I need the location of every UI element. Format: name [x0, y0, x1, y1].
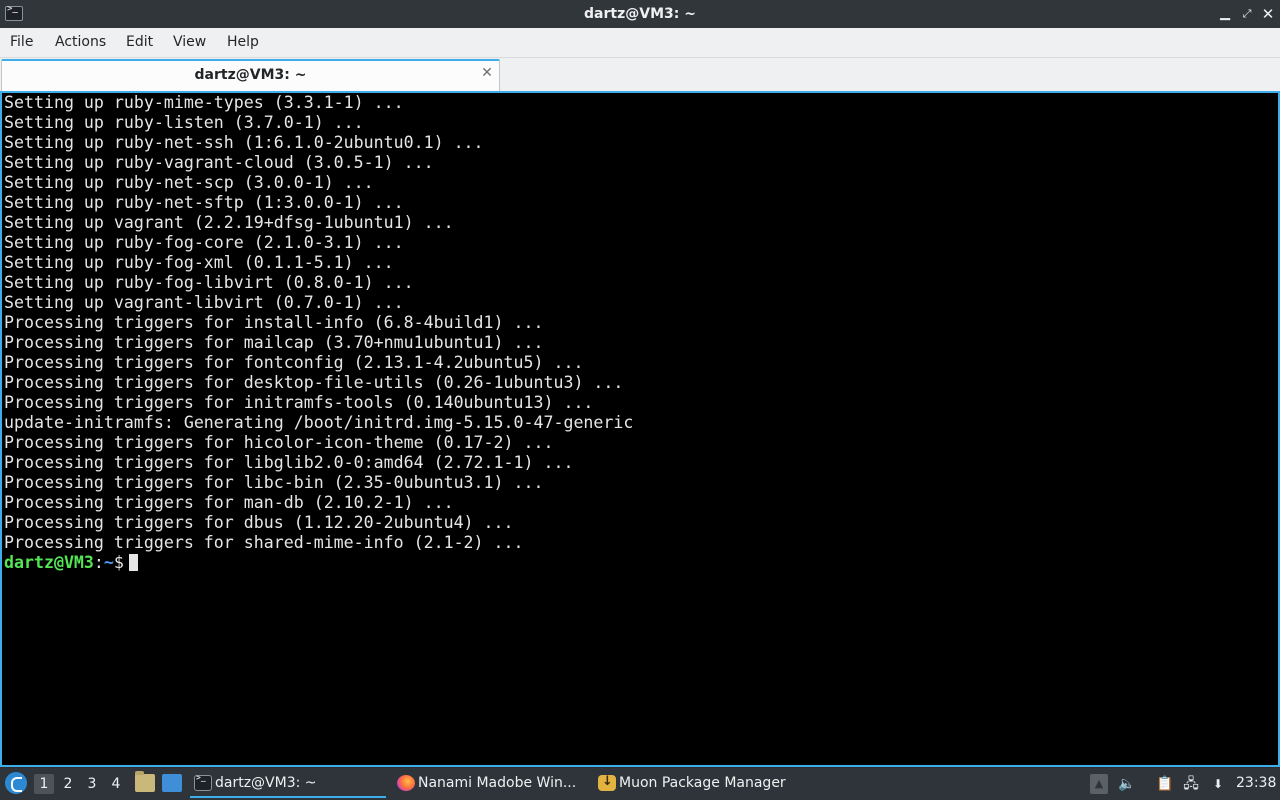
terminal-line: Setting up ruby-vagrant-cloud (3.0.5-1) … [4, 153, 434, 172]
terminal-line: Processing triggers for hicolor-icon-the… [4, 433, 554, 452]
workspace-2[interactable]: 2 [58, 774, 78, 794]
prompt-user-host: dartz@VM3 [4, 553, 94, 572]
terminal-line: Setting up ruby-fog-xml (0.1.1-5.1) ... [4, 253, 394, 272]
terminal-cursor [128, 554, 138, 571]
clock[interactable]: 23:38 [1236, 775, 1276, 791]
terminal-line: Processing triggers for shared-mime-info… [4, 533, 524, 552]
window-title: dartz@VM3: ~ [584, 6, 696, 22]
prompt-path: ~ [103, 553, 114, 572]
terminal-line: Processing triggers for man-db (2.10.2-1… [4, 493, 454, 512]
tab-bar: dartz@VM3: ~ ✕ [0, 58, 1280, 91]
terminal-line: Setting up ruby-fog-libvirt (0.8.0-1) ..… [4, 273, 414, 292]
tray-expand-icon[interactable]: ▲ [1090, 774, 1108, 794]
terminal-view[interactable]: Setting up ruby-mime-types (3.3.1-1) ...… [0, 91, 1280, 767]
prompt-separator: : [93, 553, 104, 572]
terminal-line: Processing triggers for initramfs-tools … [4, 393, 594, 412]
task-muon[interactable]: Muon Package Manager [594, 768, 794, 800]
window-titlebar[interactable]: dartz@VM3: ~ ▁ ⤢ ✕ [0, 0, 1280, 28]
task-label: dartz@VM3: ~ [215, 775, 317, 791]
terminal-line: update-initramfs: Generating /boot/initr… [4, 413, 634, 432]
terminal-line: Processing triggers for desktop-file-uti… [4, 373, 624, 392]
clipboard-icon[interactable]: 📋 [1156, 774, 1174, 794]
terminal-line: Processing triggers for dbus (1.12.20-2u… [4, 513, 514, 532]
menu-view[interactable]: View [173, 34, 206, 50]
file-manager-icon[interactable] [135, 771, 155, 792]
menu-help[interactable]: Help [227, 34, 259, 50]
volume-icon[interactable]: 🔈 [1118, 774, 1136, 794]
prompt-symbol: $ [113, 553, 124, 572]
terminal-line: Setting up ruby-mime-types (3.3.1-1) ... [4, 93, 404, 112]
tab-terminal[interactable]: dartz@VM3: ~ ✕ [1, 59, 500, 91]
muon-icon [598, 774, 616, 791]
terminal-line: Setting up ruby-listen (3.7.0-1) ... [4, 113, 364, 132]
menu-actions[interactable]: Actions [55, 34, 106, 50]
close-button[interactable]: ✕ [1258, 4, 1278, 24]
firefox-icon [397, 775, 415, 791]
tab-label: dartz@VM3: ~ [194, 67, 307, 83]
terminal-line: Setting up vagrant (2.2.19+dfsg-1ubuntu1… [4, 213, 454, 232]
terminal-line: Setting up ruby-net-sftp (1:3.0.0-1) ... [4, 193, 404, 212]
terminal-line: Setting up ruby-net-ssh (1:6.1.0-2ubuntu… [4, 133, 484, 152]
terminal-line: Processing triggers for fontconfig (2.13… [4, 353, 584, 372]
terminal-line: Processing triggers for libglib2.0-0:amd… [4, 453, 574, 472]
terminal-line: Processing triggers for libc-bin (2.35-0… [4, 473, 544, 492]
terminal-icon [194, 773, 212, 791]
tab-close-icon[interactable]: ✕ [480, 65, 494, 81]
terminal-line: Setting up ruby-fog-core (2.1.0-3.1) ... [4, 233, 404, 252]
task-label: Nanami Madobe Win... [418, 775, 577, 791]
terminal-line: Setting up ruby-net-scp (3.0.0-1) ... [4, 173, 374, 192]
network-icon[interactable]: 🖧 [1182, 774, 1200, 794]
terminal-line: Processing triggers for install-info (6.… [4, 313, 544, 332]
menu-file[interactable]: File [10, 34, 33, 50]
menu-edit[interactable]: Edit [126, 34, 153, 50]
show-desktop-icon[interactable] [162, 774, 182, 792]
updates-icon[interactable]: ⬇ [1209, 774, 1227, 794]
maximize-button[interactable]: ⤢ [1237, 4, 1257, 24]
workspace-3[interactable]: 3 [82, 774, 102, 794]
task-terminal[interactable]: dartz@VM3: ~ [190, 768, 386, 800]
workspace-1[interactable]: 1 [34, 774, 54, 794]
taskbar: 1 2 3 4 dartz@VM3: ~ Nanami Madobe Win..… [0, 768, 1280, 800]
lubuntu-menu-icon[interactable] [5, 772, 27, 794]
menu-bar: File Actions Edit View Help [0, 28, 1280, 58]
terminal-line: Processing triggers for mailcap (3.70+nm… [4, 333, 544, 352]
terminal-output: Setting up ruby-mime-types (3.3.1-1) ...… [4, 93, 633, 573]
minimize-button[interactable]: ▁ [1215, 4, 1235, 24]
task-firefox[interactable]: Nanami Madobe Win... [393, 768, 589, 800]
task-label: Muon Package Manager [619, 775, 786, 791]
workspace-4[interactable]: 4 [106, 774, 126, 794]
terminal-prompt: dartz@VM3:~$ [4, 553, 633, 573]
terminal-line: Setting up vagrant-libvirt (0.7.0-1) ... [4, 293, 404, 312]
